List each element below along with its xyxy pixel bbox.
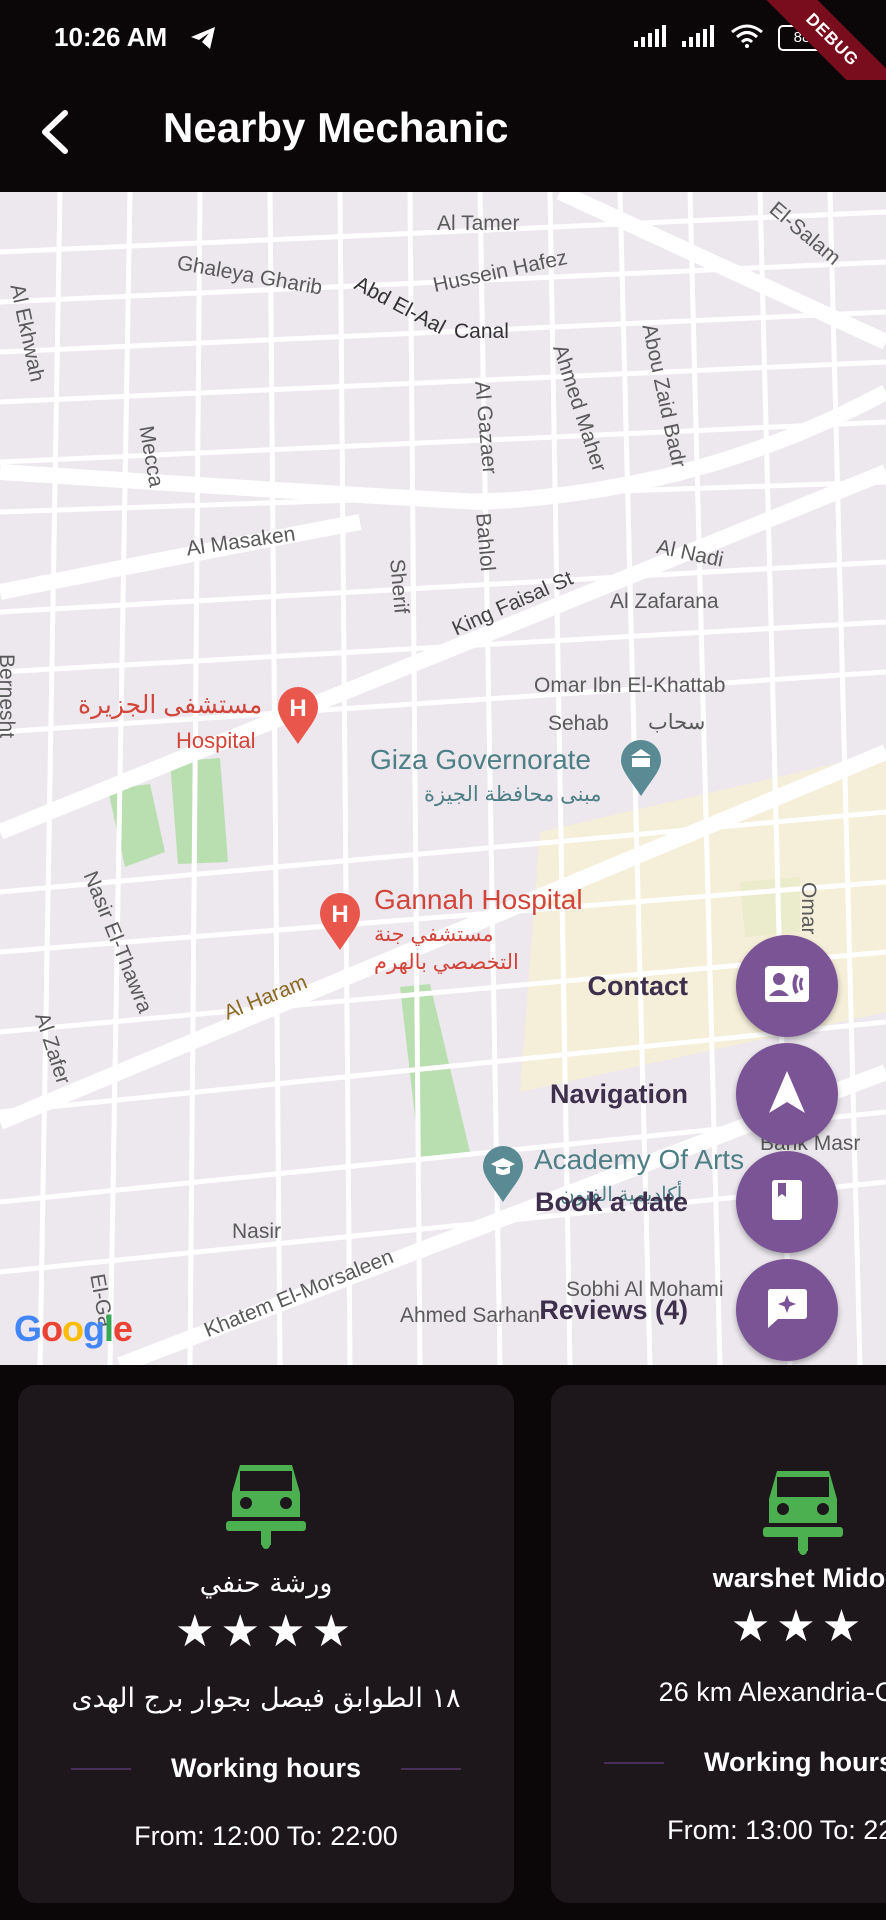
mechanic-address: ١٨ الطوابق فيصل بجوار برج الهدى [71,1683,461,1714]
divider [401,1767,461,1770]
divider [603,1761,664,1764]
status-bar: 10:26 AM 88 DEBUG [0,0,886,117]
working-hours-title: Working hours [170,1753,361,1783]
mechanic-car-icon [226,1457,306,1549]
map-label: Omar Ibn El-Khattab [534,674,726,697]
poi-jazira-en: Hospital [176,728,256,753]
mechanic-card[interactable]: ورشة حنفي ★★★★ ١٨ الطوابق فيصل بجوار برج… [18,1385,514,1903]
wifi-icon [730,24,764,52]
reviews-label: Reviews (4) [539,1294,688,1325]
map-label: Bernesht [0,654,18,739]
telegram-icon [190,26,216,54]
back-button[interactable] [24,104,84,164]
book-icon [771,1179,803,1225]
poi-giza-ar: مبنى محافظة الجيزة [424,783,602,806]
app-bar: Nearby Mechanic [0,80,886,192]
contact-action: Contact [587,935,838,1037]
reviews-button[interactable] [736,1259,838,1361]
signal-icon [634,25,668,51]
mechanic-car-icon [763,1463,843,1555]
review-chat-icon [766,1287,808,1333]
working-hours-header: Working hours [551,1747,886,1778]
mechanic-address: 26 km Alexandria-Cairo [658,1677,886,1707]
rating-stars: ★★★ [730,1601,868,1652]
map-label: سحاب [648,711,706,734]
mechanic-card[interactable]: warshet Mido ★★★ 26 km Alexandria-Cairo … [551,1385,886,1903]
working-hours-title: Working hours [703,1747,886,1777]
poi-jazira-ar: مستشفى الجزيرة [78,691,263,719]
navigation-arrow-icon [767,1069,807,1119]
working-hours-range: From: 13:00 To: 22:00 [667,1815,886,1845]
divider [70,1767,131,1770]
map-label: Bahlol [471,512,500,573]
map-label: Ahmed Sarhan [400,1304,541,1327]
navigation-action: Navigation [549,1043,838,1145]
signal-icon-2 [682,25,716,51]
working-hours-range: From: 12:00 To: 22:00 [134,1821,398,1851]
svg-text:H: H [289,695,306,722]
map-label: Sherif [385,558,413,615]
reviews-action: Reviews (4) [539,1259,838,1361]
status-time: 10:26 AM [54,22,168,52]
contact-card-icon [764,965,810,1007]
mechanic-name: warshet Mido [712,1563,886,1593]
navigation-button[interactable] [736,1043,838,1145]
map-label: Canal [454,320,509,343]
svg-text:H: H [331,901,348,928]
map-label: Nasir [232,1220,282,1243]
poi-gannah-ar1: مستشفي جنة [374,923,494,946]
book-label: Book a date [534,1186,688,1217]
poi-gannah-ar2: التخصصي بالهرم [374,951,519,974]
poi-gannah-en: Gannah Hospital [374,884,583,915]
navigation-label: Navigation [549,1078,688,1109]
working-hours-header: Working hours [18,1753,514,1784]
contact-label: Contact [587,970,689,1001]
mechanic-carousel[interactable]: ورشة حنفي ★★★★ ١٨ الطوابق فيصل بجوار برج… [0,1365,886,1920]
contact-button[interactable] [736,935,838,1037]
map-label: Omar [797,882,820,935]
back-arrow-icon [37,109,71,159]
mechanic-name: ورشة حنفي [199,1568,333,1599]
rating-stars: ★★★★ [175,1606,357,1657]
book-action: Book a date [534,1151,838,1253]
map-label: Al Zafarana [610,590,719,613]
poi-giza-en: Giza Governorate [370,744,591,775]
google-logo: Google [14,1308,133,1349]
map-label: Sehab [548,712,609,735]
page-title: Nearby Mechanic [163,104,509,151]
book-button[interactable] [736,1151,838,1253]
map-label: Al Tamer [437,212,520,235]
